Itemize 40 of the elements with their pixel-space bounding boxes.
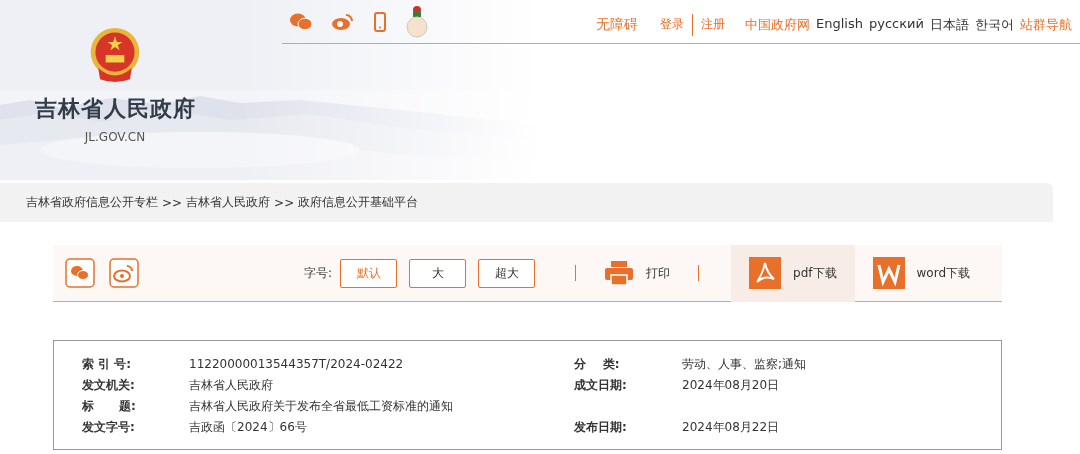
- breadcrumb-link[interactable]: 吉林省政府信息公开专栏: [26, 194, 158, 211]
- printer-icon[interactable]: [604, 260, 635, 286]
- language-link[interactable]: 한국어: [975, 15, 1014, 34]
- field-label: 标 题:: [82, 397, 137, 415]
- field-value: 11220000013544357T/2024-02422: [189, 355, 405, 373]
- field-value: 吉林省人民政府: [189, 376, 274, 394]
- field-label: 发文字号:: [82, 418, 136, 436]
- download-link[interactable]: pdf下载: [793, 264, 837, 282]
- weibo-icon[interactable]: [332, 12, 354, 31]
- breadcrumb-separator: >>: [274, 195, 295, 210]
- field-label: 发布日期:: [574, 418, 628, 436]
- wechat-icon[interactable]: [290, 12, 312, 31]
- phone-icon[interactable]: [374, 11, 386, 32]
- breadcrumb-link[interactable]: 吉林省人民政府: [186, 194, 271, 211]
- weibo-icon[interactable]: [109, 258, 139, 288]
- word-icon[interactable]: [872, 257, 905, 289]
- language-link[interactable]: English: [816, 15, 863, 34]
- field-value: 劳动、人事、监察;通知: [682, 355, 808, 373]
- font-size-button[interactable]: 超大: [478, 258, 536, 288]
- print-link[interactable]: 打印: [646, 264, 671, 282]
- download-link[interactable]: word下载: [916, 264, 970, 282]
- font-size-button[interactable]: 大: [409, 258, 467, 288]
- wechat-icon[interactable]: [65, 258, 95, 288]
- font-size-label: 字号:: [304, 264, 333, 282]
- breadcrumb-separator: >>: [162, 195, 183, 210]
- mascot-icon[interactable]: [406, 4, 428, 39]
- field-value: 2024年08月20日: [682, 376, 781, 394]
- breadcrumb-link[interactable]: 政府信息公开基础平台: [298, 194, 419, 211]
- field-label: 成文日期:: [574, 376, 628, 394]
- language-link[interactable]: русский: [869, 15, 924, 34]
- field-label: 分 类:: [574, 355, 621, 373]
- field-value: 吉林省人民政府关于发布全省最低工资标准的通知: [189, 397, 454, 415]
- pdf-icon[interactable]: [749, 257, 782, 289]
- field-value: 吉政函〔2024〕66号: [189, 418, 308, 436]
- field-label: 发文机关:: [82, 376, 136, 394]
- site-domain: JL.GOV.CN: [84, 130, 146, 144]
- language-link[interactable]: 日本語: [930, 15, 969, 34]
- field-value: 2024年08月22日: [682, 418, 781, 436]
- site-title: 吉林省人民政府: [34, 95, 196, 123]
- field-label: 索 引 号:: [82, 355, 133, 373]
